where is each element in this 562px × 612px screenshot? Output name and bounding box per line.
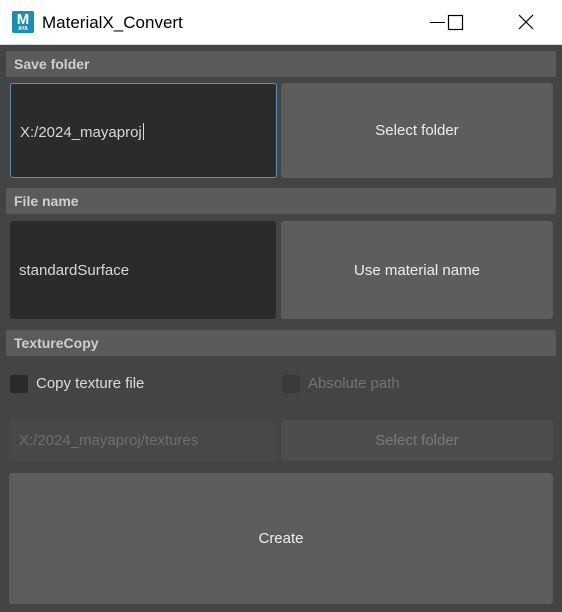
close-button[interactable] [503, 0, 549, 44]
file-name-header-label: File name [14, 193, 79, 209]
copy-texture-label[interactable]: Copy texture file [36, 375, 144, 393]
file-name-input[interactable]: standardSurface [10, 221, 276, 319]
save-folder-input[interactable]: X:/2024_mayaproj [10, 83, 277, 178]
maximize-button[interactable] [432, 0, 478, 44]
file-name-value: standardSurface [19, 262, 130, 279]
texture-copy-header-label: TextureCopy [14, 335, 99, 351]
file-name-header[interactable]: File name [6, 188, 556, 214]
absolute-path-label[interactable]: Absolute path [308, 375, 400, 393]
texture-folder-value: X:/2024_mayaproj/textures [19, 432, 199, 449]
save-folder-value: X:/2024_mayaproj [20, 123, 144, 141]
save-folder-select-button[interactable]: Select folder [281, 83, 553, 178]
app-icon-sublabel: AYA [18, 26, 28, 32]
text-caret [142, 123, 144, 140]
close-icon [518, 14, 534, 30]
copy-texture-checkbox[interactable] [10, 375, 28, 393]
use-material-name-button[interactable]: Use material name [281, 221, 553, 319]
title-bar: M AYA MaterialX_Convert [0, 0, 562, 45]
maximize-icon [447, 14, 464, 31]
window-title: MaterialX_Convert [42, 13, 183, 32]
maya-app-icon: M AYA [12, 11, 34, 33]
app-icon-letter: M [16, 11, 30, 28]
save-folder-header[interactable]: Save folder [6, 51, 556, 77]
texture-select-folder-button[interactable]: Select folder [281, 420, 553, 461]
texture-folder-input[interactable]: X:/2024_mayaproj/textures [10, 420, 276, 461]
absolute-path-checkbox[interactable] [282, 375, 300, 393]
save-folder-header-label: Save folder [14, 56, 90, 72]
texture-copy-header[interactable]: TextureCopy [6, 330, 556, 356]
create-button[interactable]: Create [9, 473, 553, 604]
